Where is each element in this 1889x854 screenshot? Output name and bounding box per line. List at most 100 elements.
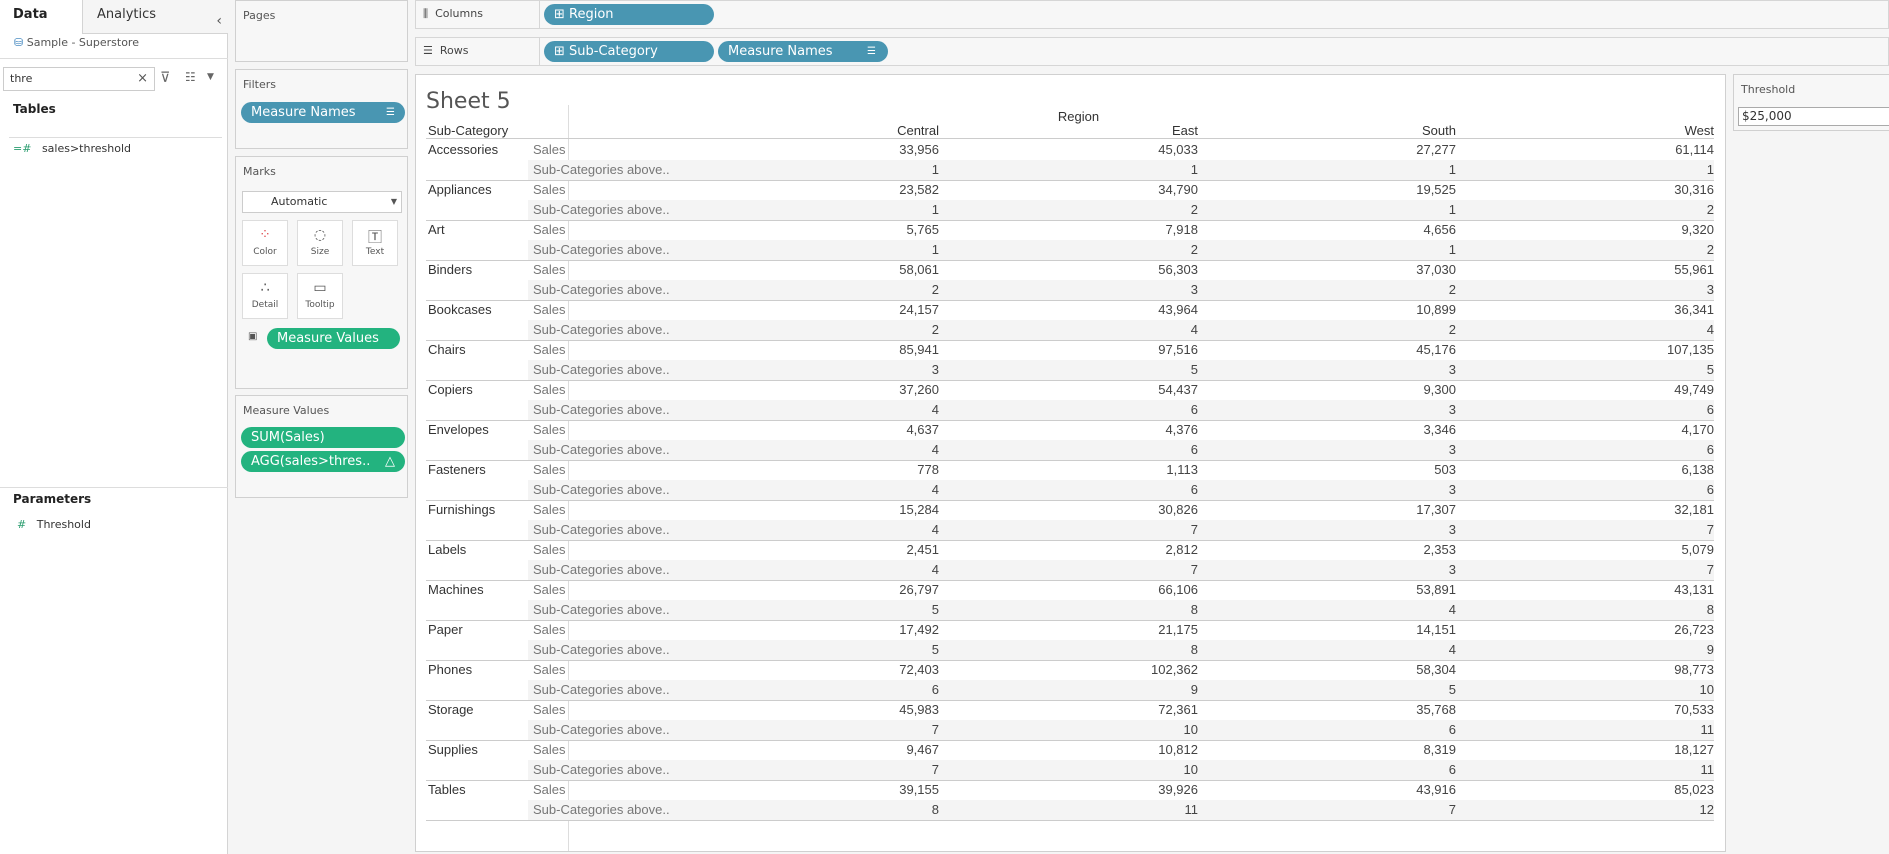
count-value[interactable]: 3 xyxy=(739,362,939,377)
sub-category-label[interactable]: Labels xyxy=(428,542,466,557)
sub-category-label[interactable]: Fasteners xyxy=(428,462,486,477)
row-pill-measure-names[interactable]: Measure Names ☰ xyxy=(718,41,888,62)
sales-value[interactable]: 102,362 xyxy=(998,662,1198,677)
sales-value[interactable]: 6,138 xyxy=(1514,462,1714,477)
count-value[interactable]: 2 xyxy=(1514,202,1714,217)
count-value[interactable]: 2 xyxy=(739,322,939,337)
sales-value[interactable]: 21,175 xyxy=(998,622,1198,637)
count-value[interactable]: 9 xyxy=(998,682,1198,697)
count-value[interactable]: 10 xyxy=(998,762,1198,777)
sales-value[interactable]: 30,316 xyxy=(1514,182,1714,197)
sales-value[interactable]: 9,320 xyxy=(1514,222,1714,237)
sales-value[interactable]: 26,797 xyxy=(739,582,939,597)
sales-value[interactable]: 3,346 xyxy=(1256,422,1456,437)
count-value[interactable]: 7 xyxy=(739,722,939,737)
count-value[interactable]: 1 xyxy=(998,162,1198,177)
tab-data[interactable]: Data xyxy=(0,0,82,34)
sales-value[interactable]: 55,961 xyxy=(1514,262,1714,277)
sales-value[interactable]: 45,983 xyxy=(739,702,939,717)
count-value[interactable]: 5 xyxy=(998,362,1198,377)
sales-value[interactable]: 778 xyxy=(739,462,939,477)
sales-value[interactable]: 39,926 xyxy=(998,782,1198,797)
threshold-input[interactable]: $25,000 xyxy=(1738,107,1889,126)
sales-value[interactable]: 97,516 xyxy=(998,342,1198,357)
count-value[interactable]: 11 xyxy=(1514,762,1715,777)
count-value[interactable]: 3 xyxy=(1256,562,1456,577)
count-value[interactable]: 3 xyxy=(1256,522,1456,537)
count-value[interactable]: 4 xyxy=(739,522,939,537)
sales-value[interactable]: 8,319 xyxy=(1256,742,1456,757)
sales-value[interactable]: 10,812 xyxy=(998,742,1198,757)
sub-category-label[interactable]: Accessories xyxy=(428,142,498,157)
count-value[interactable]: 2 xyxy=(739,282,939,297)
pill-sum-sales[interactable]: SUM(Sales) xyxy=(241,427,405,448)
sales-value[interactable]: 26,723 xyxy=(1514,622,1714,637)
sales-value[interactable]: 4,656 xyxy=(1256,222,1456,237)
tooltip-button[interactable]: ▭ Tooltip xyxy=(297,273,343,319)
count-value[interactable]: 4 xyxy=(1256,642,1456,657)
sales-value[interactable]: 4,637 xyxy=(739,422,939,437)
count-value[interactable]: 3 xyxy=(1256,482,1456,497)
sub-category-label[interactable]: Furnishings xyxy=(428,502,495,517)
clear-icon[interactable]: × xyxy=(137,71,148,86)
count-value[interactable]: 10 xyxy=(1514,682,1714,697)
sub-category-label[interactable]: Phones xyxy=(428,662,472,677)
sales-value[interactable]: 54,437 xyxy=(998,382,1198,397)
count-value[interactable]: 5 xyxy=(739,602,939,617)
count-value[interactable]: 3 xyxy=(998,282,1198,297)
sales-value[interactable]: 14,151 xyxy=(1256,622,1456,637)
region-header[interactable]: Central xyxy=(739,123,939,138)
count-value[interactable]: 8 xyxy=(739,802,939,817)
filter-pill-measure-names[interactable]: Measure Names ☰ xyxy=(241,102,405,123)
sales-value[interactable]: 45,176 xyxy=(1256,342,1456,357)
count-value[interactable]: 2 xyxy=(998,242,1198,257)
count-value[interactable]: 7 xyxy=(1256,802,1456,817)
pill-agg-sales-threshold[interactable]: AGG(sales>thres.. △ xyxy=(241,451,405,472)
sales-value[interactable]: 56,303 xyxy=(998,262,1198,277)
count-value[interactable]: 3 xyxy=(1256,402,1456,417)
count-value[interactable]: 6 xyxy=(1256,762,1456,777)
count-value[interactable]: 1 xyxy=(1256,202,1456,217)
sales-value[interactable]: 7,918 xyxy=(998,222,1198,237)
count-value[interactable]: 4 xyxy=(739,402,939,417)
count-value[interactable]: 4 xyxy=(1514,322,1714,337)
region-header[interactable]: East xyxy=(998,123,1198,138)
sales-value[interactable]: 72,403 xyxy=(739,662,939,677)
region-header[interactable]: West xyxy=(1514,123,1714,138)
count-value[interactable]: 2 xyxy=(1256,322,1456,337)
count-value[interactable]: 1 xyxy=(739,242,939,257)
text-button[interactable]: 🅃 Text xyxy=(352,220,398,266)
marks-pill-measure-values[interactable]: Measure Values xyxy=(267,328,400,349)
count-value[interactable]: 6 xyxy=(998,402,1198,417)
sales-value[interactable]: 17,307 xyxy=(1256,502,1456,517)
count-value[interactable]: 6 xyxy=(1514,442,1714,457)
sales-value[interactable]: 61,114 xyxy=(1514,142,1714,157)
sales-value[interactable]: 39,155 xyxy=(739,782,939,797)
count-value[interactable]: 7 xyxy=(998,562,1198,577)
sales-value[interactable]: 2,353 xyxy=(1256,542,1456,557)
count-value[interactable]: 7 xyxy=(998,522,1198,537)
sales-value[interactable]: 43,131 xyxy=(1514,582,1714,597)
detail-button[interactable]: ∴ Detail xyxy=(242,273,288,319)
count-value[interactable]: 1 xyxy=(739,162,939,177)
sales-value[interactable]: 23,582 xyxy=(739,182,939,197)
sales-value[interactable]: 43,964 xyxy=(998,302,1198,317)
sales-value[interactable]: 33,956 xyxy=(739,142,939,157)
count-value[interactable]: 1 xyxy=(1256,242,1456,257)
row-header[interactable]: Sub-Category xyxy=(428,123,508,138)
tab-analytics[interactable]: Analytics ‹ xyxy=(82,0,228,34)
sales-value[interactable]: 98,773 xyxy=(1514,662,1714,677)
sales-value[interactable]: 18,127 xyxy=(1514,742,1714,757)
count-value[interactable]: 9 xyxy=(1514,642,1714,657)
count-value[interactable]: 11 xyxy=(1514,722,1715,737)
sales-value[interactable]: 58,061 xyxy=(739,262,939,277)
sales-value[interactable]: 503 xyxy=(1256,462,1456,477)
sales-value[interactable]: 24,157 xyxy=(739,302,939,317)
count-value[interactable]: 8 xyxy=(998,642,1198,657)
parameter-threshold[interactable]: # Threshold xyxy=(17,518,91,531)
count-value[interactable]: 3 xyxy=(1256,442,1456,457)
row-pill-sub-category[interactable]: ⊞ Sub-Category xyxy=(544,41,714,62)
datasource[interactable]: ⛁ Sample - Superstore xyxy=(14,36,139,49)
region-header[interactable]: South xyxy=(1256,123,1456,138)
rows-shelf[interactable]: ☰ Rows ⊞ Sub-Category Measure Names ☰ xyxy=(415,37,1889,66)
